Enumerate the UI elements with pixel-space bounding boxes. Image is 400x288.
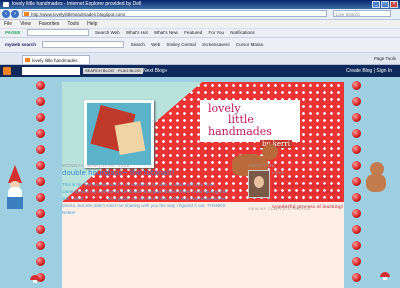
minimize-button[interactable]: _ <box>372 1 380 8</box>
blog-title-line2: little <box>228 113 254 126</box>
red-dot <box>352 193 361 202</box>
blogger-logo-icon[interactable] <box>3 67 11 75</box>
red-dot <box>36 225 45 234</box>
myweb-logo: myweb search <box>5 42 37 47</box>
red-dot <box>352 273 361 282</box>
post-body: This is my first tutorial, and I'm so ex… <box>62 181 227 216</box>
red-dot <box>36 145 45 154</box>
mushroom-icon <box>30 275 40 283</box>
menu-file[interactable]: File <box>4 21 12 27</box>
flag-blog-button[interactable]: FLAG BLOG <box>116 68 143 74</box>
red-dot <box>352 241 361 250</box>
view-profile-link[interactable]: VIEW MY COMPLETE PROFILE <box>248 207 311 211</box>
blogger-navbar: SEARCH BLOG FLAG BLOG Next Blog» Create … <box>0 65 400 77</box>
address-text: http://www.lovelylittlehandmades.blogspo… <box>31 12 126 17</box>
menu-favorites[interactable]: Favorites <box>39 21 60 27</box>
header-fabric-photo <box>84 100 154 168</box>
menu-tools[interactable]: Tools <box>67 21 79 27</box>
toolbar-whats-hot[interactable]: What's Hot <box>126 30 148 35</box>
forward-button[interactable]: › <box>11 10 19 18</box>
gnome-body <box>7 197 23 209</box>
tab-blog[interactable]: lovely little handmades <box>22 55 90 64</box>
next-blog-link[interactable]: Next Blog» <box>143 65 167 77</box>
menu-bar: File View Favorites Tools Help <box>0 20 400 28</box>
blog-title-box: lovely little handmades <box>200 100 300 142</box>
left-dot-column <box>36 77 50 288</box>
window-title: lovely little handmades - Internet Explo… <box>12 1 142 7</box>
close-button[interactable]: × <box>390 1 398 8</box>
address-bar-row: ‹ › http://www.lovelylittlehandmades.blo… <box>0 9 400 20</box>
menu-help[interactable]: Help <box>87 21 97 27</box>
myweb-search-box[interactable] <box>42 41 125 49</box>
toolbar-search[interactable]: Search <box>131 42 145 47</box>
menu-view[interactable]: View <box>20 21 31 27</box>
mushroom-stem <box>383 277 387 280</box>
gnome-illustration <box>4 165 26 211</box>
red-dot <box>352 97 361 106</box>
fawn-body <box>366 174 386 192</box>
toolbar-myweb: myweb search Search Web Smiley Central S… <box>0 38 400 53</box>
toolbar-screensavers[interactable]: Screensavers <box>202 42 230 47</box>
blog-title-line3: handmades <box>208 125 272 138</box>
blogger-favicon-icon <box>25 58 30 62</box>
avatar-face <box>254 176 264 188</box>
toolbar-for-you[interactable]: For You <box>208 30 224 35</box>
red-dot <box>352 209 361 218</box>
red-dot <box>352 177 361 186</box>
author-name[interactable]: KERRI <box>272 170 284 175</box>
toolbar-featured[interactable]: Featured <box>184 30 202 35</box>
red-dot <box>352 161 361 170</box>
red-dot <box>36 129 45 138</box>
red-dot <box>352 113 361 122</box>
red-dot <box>36 161 45 170</box>
tab-bar: lovely little handmades Page Tools <box>0 53 400 65</box>
cream-fabric <box>114 120 146 156</box>
toolbar-search-box[interactable] <box>26 29 89 37</box>
post-date: MONDAY, MARCH 16, 2009 <box>62 163 130 168</box>
post-link-nettie[interactable]: Nettie quilt <box>85 196 107 201</box>
red-dot <box>36 81 45 90</box>
sidebar-heading: ABOUT ME <box>248 163 276 168</box>
toolbar-search-web[interactable]: Search Web <box>95 30 120 35</box>
red-dot <box>352 225 361 234</box>
ie-icon <box>3 2 9 7</box>
toolbar-whats-new[interactable]: What's New <box>154 30 178 35</box>
post-title[interactable]: double hourglass~ the tutorial!! <box>62 169 175 177</box>
blogger-favicon-icon <box>24 12 29 16</box>
red-dot <box>352 145 361 154</box>
maximize-button[interactable]: □ <box>381 1 389 8</box>
search-input[interactable]: Live Search <box>333 10 391 17</box>
red-dot <box>352 257 361 266</box>
toolbar-cursor-mania[interactable]: Cursor Mania <box>236 42 263 47</box>
deer-head-illustration <box>262 144 278 160</box>
back-button[interactable]: ‹ <box>2 10 10 18</box>
red-dot <box>36 257 45 266</box>
red-dot <box>352 81 361 90</box>
red-dot <box>36 97 45 106</box>
red-dot <box>36 241 45 250</box>
toolbar-pagee: PAGEE Search Web What's Hot What's New F… <box>0 29 400 38</box>
create-signin-links[interactable]: Create Blog | Sign In <box>346 65 392 77</box>
mushroom-stem <box>33 280 37 283</box>
address-input[interactable]: http://www.lovelylittlehandmades.blogspo… <box>22 10 327 17</box>
red-dot <box>36 193 45 202</box>
avatar[interactable] <box>248 170 270 198</box>
toolbar-smiley-central[interactable]: Smiley Central <box>167 42 196 47</box>
red-dot <box>36 177 45 186</box>
pagee-logo: PAGEE <box>5 30 21 35</box>
tab-label: lovely little handmades <box>32 58 78 63</box>
mushroom-icon <box>380 272 390 280</box>
search-blog-button[interactable]: SEARCH BLOG <box>83 68 116 74</box>
page-tools-menu[interactable]: Page Tools <box>374 55 396 63</box>
window-titlebar: lovely little handmades - Internet Explo… <box>0 0 400 9</box>
fawn-illustration <box>362 162 392 202</box>
toolbar-web[interactable]: Web <box>151 42 160 47</box>
red-dot <box>36 209 45 218</box>
red-dot <box>36 113 45 122</box>
blog-search-input[interactable] <box>22 67 80 75</box>
toolbar-notifications[interactable]: Notifications <box>230 30 255 35</box>
red-dot <box>352 129 361 138</box>
author-bio: i'm a mama of 4 wonderful kiddos and lov… <box>272 177 344 210</box>
